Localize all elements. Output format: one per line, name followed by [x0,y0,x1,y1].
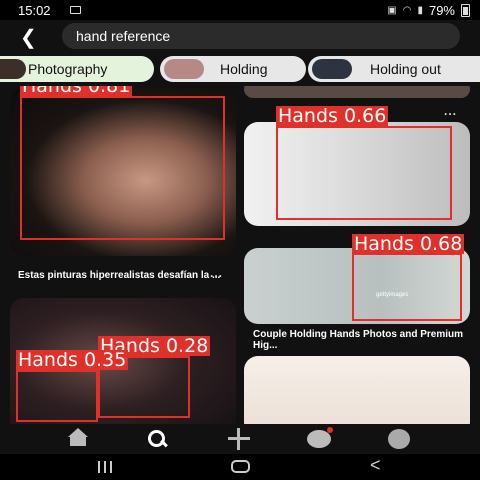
pin-caption[interactable]: Couple Holding Hands Photos and Premium … [253,329,463,351]
pin-image-hand-light[interactable] [244,356,470,426]
avatar[interactable] [388,428,412,450]
pin-more-button[interactable]: ... [210,266,223,280]
bottom-tab-bar [0,424,480,454]
pin-feed[interactable]: ... Estas pinturas hiperrealistas desafí… [0,86,480,426]
signal-icon: ▮ [417,5,423,16]
search-input[interactable]: hand reference [62,23,460,49]
camera-icon: ▣ [387,5,397,16]
detection-label: Hands 0.81 [20,86,133,96]
recent-apps-icon[interactable] [98,460,116,473]
search-header: ❮ hand reference [0,20,480,52]
chip-thumbnail [0,59,26,79]
chip-label: Holding out [370,61,441,77]
chip-photography[interactable]: Photography [0,56,154,82]
status-bar: 15:02 ▣ ◠ ▮ 79% [0,0,480,20]
gallery-notification-icon [70,6,81,14]
status-time: 15:02 [18,3,51,18]
pin-caption[interactable]: Estas pinturas hiperrealistas desafían l… [18,270,223,281]
back-nav-icon[interactable]: < [370,455,381,476]
status-icons: ▣ ◠ ▮ 79% [387,3,470,18]
detection-box [20,96,225,240]
chip-label: Photography [28,61,108,77]
chip-label: Holding [220,61,268,77]
home-nav-icon[interactable] [231,460,250,473]
detection-label: Hands 0.66 [276,105,389,127]
battery-icon [461,4,470,17]
detection-label: Hands 0.68 [352,233,465,255]
home-icon[interactable] [66,428,90,450]
detection-box [16,370,98,422]
system-nav-bar: < [0,454,480,480]
chevron-left-icon[interactable]: ❮ [20,25,37,50]
detection-label: Hands 0.35 [16,349,129,371]
detection-box [352,253,462,321]
chip-holding-out[interactable]: Holding out [308,56,480,82]
wifi-icon: ◠ [402,5,412,16]
chip-holding[interactable]: Holding [160,56,306,82]
search-icon[interactable] [146,428,170,450]
chip-thumbnail [164,59,204,79]
plus-icon[interactable] [226,428,250,450]
suggestion-chips: Photography Holding Holding out [0,56,480,82]
battery-level: 79% [428,3,455,18]
pin-image-partial[interactable] [244,86,470,98]
chip-thumbnail [312,59,352,79]
detection-box [276,126,452,220]
pin-more-button[interactable]: ... [444,104,457,118]
chat-icon[interactable] [307,427,333,450]
